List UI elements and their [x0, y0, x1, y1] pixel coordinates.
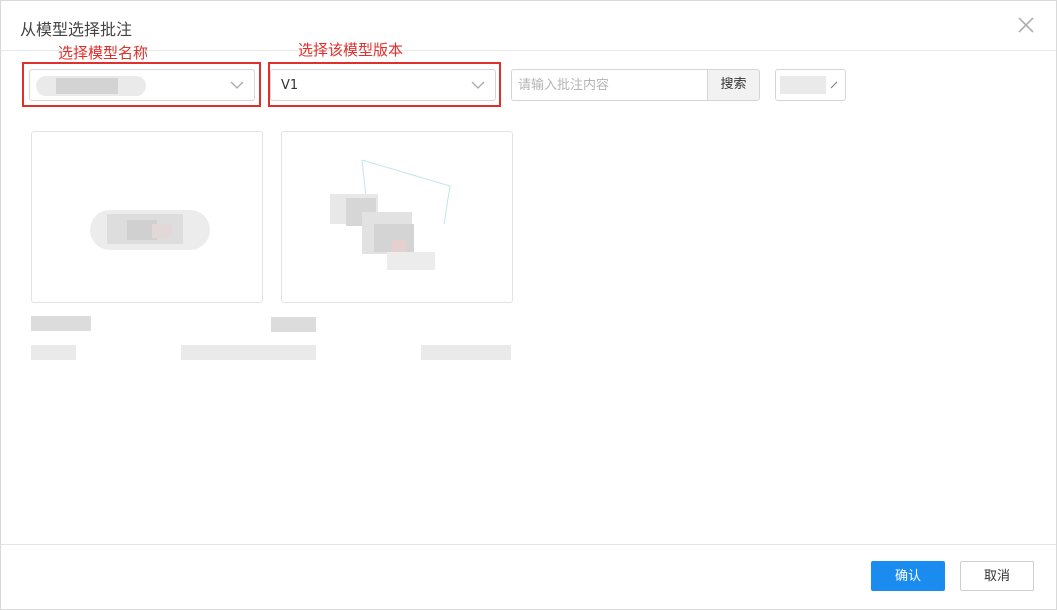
resize-icon: [830, 81, 838, 89]
select-annotation-dialog: 从模型选择批注 选择模型名称 选择该模型版本 V1 搜索: [0, 0, 1057, 610]
card-title-blurred: [31, 316, 91, 331]
version-select-value: V1: [281, 78, 299, 93]
search-input[interactable]: [511, 69, 707, 101]
close-icon[interactable]: [1016, 15, 1036, 35]
card-meta-blurred: [31, 345, 76, 360]
dialog-header: 从模型选择批注: [1, 1, 1056, 51]
card-title-blurred: [271, 317, 316, 332]
search-button[interactable]: 搜索: [707, 69, 760, 101]
annotation-card[interactable]: [281, 131, 513, 303]
chevron-down-icon: [471, 81, 485, 89]
blurred-filter-value: [780, 76, 826, 94]
filter-select[interactable]: [775, 69, 846, 101]
card-date-blurred: [181, 345, 271, 360]
annotation-model-version: 选择该模型版本: [298, 41, 404, 59]
annotation-card[interactable]: [31, 131, 263, 303]
card-thumbnail: [90, 210, 210, 250]
blurred-model-name-core: [56, 78, 118, 94]
dialog-title: 从模型选择批注: [20, 20, 133, 39]
card-thumbnail: [330, 159, 451, 270]
card-date-blurred: [421, 345, 511, 360]
model-select[interactable]: [29, 69, 255, 101]
card-meta-blurred: [271, 345, 316, 360]
annotation-model-name: 选择模型名称: [58, 44, 149, 62]
chevron-down-icon: [230, 81, 244, 89]
version-select[interactable]: V1: [270, 69, 496, 101]
confirm-button[interactable]: 确认: [871, 561, 945, 591]
dialog-footer: 确认 取消: [1, 544, 1056, 610]
cancel-button[interactable]: 取消: [960, 561, 1034, 591]
